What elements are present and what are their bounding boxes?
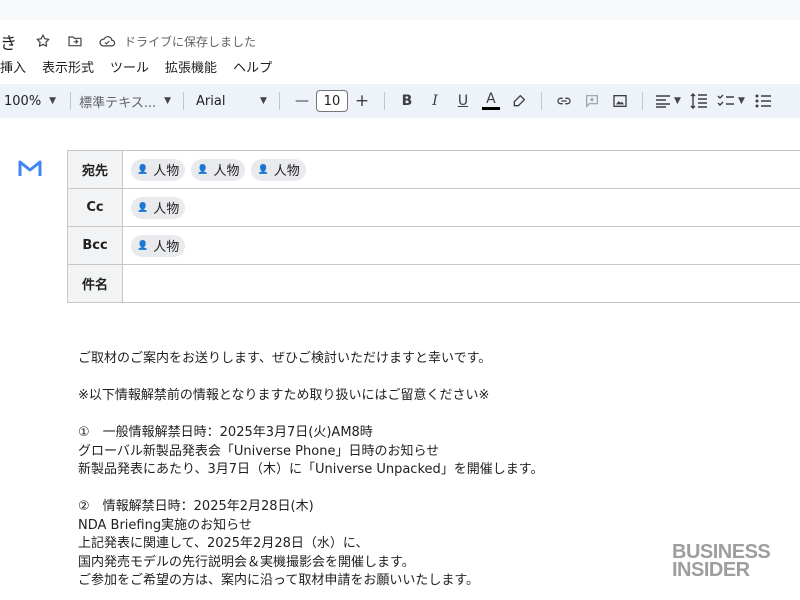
bcc-row: Bcc 👤 人物 <box>67 227 800 265</box>
chevron-down-icon: ▼ <box>673 96 681 106</box>
document-title[interactable]: き <box>0 29 22 54</box>
person-icon: 👤 <box>137 240 149 251</box>
style-value: 標準テキス... <box>79 95 157 111</box>
highlight-pen-icon[interactable] <box>505 88 533 114</box>
increase-font-size-button[interactable]: + <box>348 88 376 114</box>
person-icon: 👤 <box>137 164 149 175</box>
menu-format[interactable]: 表示形式 <box>42 57 94 76</box>
recipient-chip[interactable]: 👤 人物 <box>191 158 246 181</box>
text-color-glyph: A <box>486 90 496 107</box>
body-line: 国内発売モデルの先行説明会＆実機撮影会を開催します。 <box>78 554 415 570</box>
menu-tools[interactable]: ツール <box>110 57 149 76</box>
divider <box>278 92 280 110</box>
divider <box>641 92 643 110</box>
cc-field[interactable]: 👤 人物 <box>123 189 800 226</box>
divider <box>183 92 185 110</box>
body-line: グローバル新製品発表会「Universe Phone」日時のお知らせ <box>78 443 440 459</box>
to-row: 宛先 👤 人物 👤 人物 👤 人物 <box>67 151 800 189</box>
divider <box>70 92 72 110</box>
browser-top-strip <box>0 0 800 20</box>
body-line: ご取材のご案内をお送りします、ぜひご検討いただけますと幸いです。 <box>78 351 492 366</box>
email-header-table: 宛先 👤 人物 👤 人物 👤 人物 Cc 👤 人物 Bcc 👤 人物 件名 <box>67 150 800 303</box>
checklist-icon[interactable]: ▼ <box>713 88 749 114</box>
body-line: NDA Briefing実施のお知らせ <box>78 517 252 533</box>
to-label: 宛先 <box>67 151 123 188</box>
gmail-icon <box>18 160 42 176</box>
zoom-select[interactable]: 100% ▼ <box>4 88 56 114</box>
watermark-line-2: INSIDER <box>672 559 750 581</box>
person-icon: 👤 <box>197 164 209 175</box>
style-select[interactable]: 標準テキス... ▼ <box>79 88 171 114</box>
menu-bar: 挿入 表示形式 ツール 拡張機能 ヘルプ <box>0 56 288 76</box>
body-line <box>78 369 543 388</box>
zoom-value: 100% <box>4 93 42 109</box>
cloud-saved-icon[interactable] <box>96 30 118 52</box>
body-line: ② 情報解禁日時：2025年2月28日(木) <box>78 499 314 514</box>
divider <box>540 92 542 110</box>
recipient-chip[interactable]: 👤 人物 <box>251 158 306 181</box>
align-icon[interactable]: ▼ <box>651 88 685 114</box>
font-select[interactable]: Arial ▼ <box>196 88 267 114</box>
link-icon[interactable] <box>550 88 578 114</box>
chevron-down-icon: ▼ <box>49 96 57 106</box>
chip-label: 人物 <box>153 202 180 217</box>
font-value: Arial <box>196 93 226 109</box>
insert-image-icon[interactable] <box>606 88 634 114</box>
to-field[interactable]: 👤 人物 👤 人物 👤 人物 <box>123 151 800 188</box>
person-icon: 👤 <box>137 202 149 213</box>
recipient-chip[interactable]: 👤 人物 <box>131 196 186 219</box>
bold-button[interactable]: B <box>393 88 421 114</box>
chip-label: 人物 <box>273 164 300 179</box>
text-color-swatch <box>481 106 500 110</box>
menu-insert[interactable]: 挿入 <box>0 57 26 76</box>
cc-row: Cc 👤 人物 <box>67 189 800 227</box>
title-bar: き ドライブに保存しました <box>0 28 256 54</box>
chip-label: 人物 <box>153 164 180 179</box>
chevron-down-icon: ▼ <box>164 96 172 106</box>
font-size-input[interactable]: 10 <box>315 90 348 112</box>
underline-button[interactable]: U <box>449 88 477 114</box>
recipient-chip[interactable]: 👤 人物 <box>131 234 186 257</box>
chevron-down-icon: ▼ <box>260 96 267 106</box>
recipient-chip[interactable]: 👤 人物 <box>131 158 186 181</box>
body-line: ① 一般情報解禁日時：2025年3月7日(火)AM8時 <box>78 425 373 440</box>
body-line: ご参加をご希望の方は、案内に沿って取材申請をお願いいたします。 <box>78 573 480 588</box>
chip-label: 人物 <box>213 164 240 179</box>
chip-label: 人物 <box>153 240 180 255</box>
email-body[interactable]: ご取材のご案内をお送りします、ぜひご検討いただけますと幸いです。 ※以下情報解禁… <box>78 350 543 591</box>
divider <box>383 92 385 110</box>
subject-row: 件名 <box>67 265 800 303</box>
person-icon: 👤 <box>257 164 269 175</box>
subject-field[interactable] <box>123 265 800 302</box>
chevron-down-icon: ▼ <box>737 96 745 106</box>
bulleted-list-icon[interactable] <box>749 88 777 114</box>
add-comment-icon[interactable] <box>578 88 606 114</box>
subject-label: 件名 <box>67 265 123 302</box>
cc-label: Cc <box>67 189 123 226</box>
body-line <box>78 480 543 499</box>
text-color-button[interactable]: A <box>477 88 505 114</box>
move-folder-icon[interactable] <box>64 30 86 52</box>
toolbar: 100% ▼ 標準テキス... ▼ Arial ▼ — 10 + B I U A… <box>0 84 800 118</box>
italic-button[interactable]: I <box>421 88 449 114</box>
body-line <box>78 406 543 425</box>
bcc-label: Bcc <box>67 227 123 264</box>
bcc-field[interactable]: 👤 人物 <box>123 227 800 264</box>
business-insider-watermark: BUSINESS INSIDER <box>672 542 784 581</box>
body-line: ※以下情報解禁前の情報となりますため取り扱いにはご留意ください※ <box>78 388 490 403</box>
line-spacing-icon[interactable] <box>685 88 713 114</box>
menu-extensions[interactable]: 拡張機能 <box>165 57 217 76</box>
save-status: ドライブに保存しました <box>124 34 257 49</box>
body-line: 新製品発表にあたり、3月7日（木）に「Universe Unpacked」を開催… <box>78 462 544 477</box>
menu-help[interactable]: ヘルプ <box>233 57 272 76</box>
decrease-font-size-button[interactable]: — <box>288 88 316 114</box>
star-icon[interactable] <box>32 30 54 52</box>
body-line: 上記発表に関連して、2025年2月28日（水）に、 <box>78 536 369 551</box>
